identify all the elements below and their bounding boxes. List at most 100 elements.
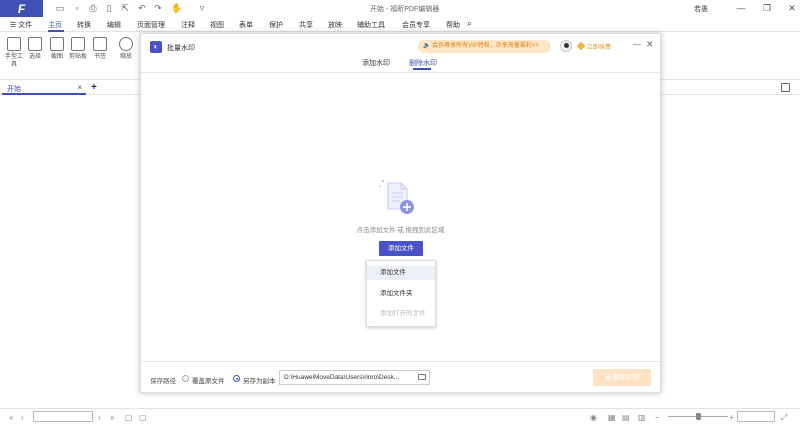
hand-icon[interactable]: ✋: [171, 3, 182, 13]
search-icon[interactable]: ⌕: [467, 18, 472, 29]
remove-watermark-button[interactable]: ◉ 删除水印: [593, 369, 651, 386]
menu-annotate[interactable]: 注释: [181, 20, 195, 30]
zoom-in-icon[interactable]: +: [729, 413, 734, 422]
avatar[interactable]: [560, 40, 572, 52]
menu-view[interactable]: 视图: [210, 20, 224, 30]
hand-tool-label: 手型工具: [4, 54, 23, 68]
dropdown-add-file[interactable]: 添加文件: [367, 266, 435, 280]
overwrite-label[interactable]: 覆盖原文件: [192, 375, 225, 385]
menu-slideshow[interactable]: 放映: [328, 20, 342, 30]
zoom-level-input[interactable]: [737, 411, 775, 422]
panel-toggle-icon[interactable]: [781, 83, 790, 92]
remove-watermark-label: 删除水印: [612, 374, 639, 381]
tab-close-icon[interactable]: ×: [77, 83, 82, 92]
vip-banner[interactable]: 🔈 会员尊享所有VIP特权，尽享海量福利>>: [418, 40, 551, 53]
screenshot-icon: [50, 37, 64, 51]
fit-page-icon[interactable]: ▤: [622, 413, 630, 422]
active-menu-indicator: [48, 30, 64, 32]
tab-start-label: 开始: [7, 86, 21, 93]
undo-icon[interactable]: ↶: [137, 3, 147, 13]
active-tab-indicator: [413, 68, 431, 70]
bookmark-button[interactable]: 书签: [89, 37, 111, 61]
zoom-slider-handle[interactable]: [696, 413, 701, 420]
eye-icon[interactable]: ◉: [590, 413, 597, 422]
bookmark-label: 书签: [93, 54, 106, 60]
batch-watermark-dialog: ◐ 批量水印 🔈 会员尊享所有VIP特权，尽享海量福利>> 立即续费 — ✕ 添…: [140, 33, 661, 393]
dialog-minimize-icon[interactable]: —: [633, 40, 641, 49]
renew-label: 立即续费: [587, 45, 612, 51]
dialog-title: 批量水印: [167, 45, 195, 52]
tab-remove-watermark[interactable]: 删除水印: [409, 58, 437, 68]
menu-protect[interactable]: 保护: [269, 20, 283, 30]
menu-share[interactable]: 共享: [299, 20, 313, 30]
zoom-icon: [119, 37, 133, 51]
window-title: 开始 - 福昕PDF编辑器: [370, 6, 440, 13]
watermark-app-icon: ◐: [150, 41, 162, 53]
bookmark-icon: [93, 37, 107, 51]
add-tab-button[interactable]: +: [91, 82, 97, 93]
select-label: 选择: [28, 54, 41, 60]
menu-page-manage[interactable]: 页面管理: [137, 20, 165, 30]
fullscreen-icon[interactable]: ⤢: [781, 413, 787, 422]
save-path-field[interactable]: D:\HuaweiMoveData\Users\rinro\Desk...: [279, 370, 430, 385]
restore-icon[interactable]: ❐: [760, 2, 774, 14]
menu-form[interactable]: 表单: [239, 20, 253, 30]
clipboard-icon: [71, 37, 85, 51]
user-name[interactable]: 若愚: [694, 4, 708, 14]
menu-file[interactable]: ☰ 文件: [10, 20, 32, 30]
renew-button[interactable]: 立即续费: [576, 41, 612, 51]
minimize-icon[interactable]: —: [734, 2, 748, 14]
zoom-label: 缩放: [119, 54, 132, 60]
open-folder-icon[interactable]: ▭: [55, 3, 65, 13]
save-copy-radio[interactable]: [233, 375, 240, 382]
screenshot-label: 截图: [50, 54, 63, 60]
dropdown-add-open-files[interactable]: 添加打开的文件: [367, 307, 435, 321]
select-icon: [28, 37, 42, 51]
menu-convert[interactable]: 转换: [77, 20, 91, 30]
save-path-label: 保存路径: [150, 378, 176, 385]
two-page-icon[interactable]: ▢: [139, 413, 147, 422]
export-icon[interactable]: ⇱: [120, 3, 130, 13]
print-icon[interactable]: ⎙: [88, 3, 98, 13]
prev-page-icon[interactable]: ‹: [21, 413, 24, 422]
menu-help[interactable]: 帮助: [446, 20, 460, 30]
diamond-icon: [576, 41, 586, 51]
customize-icon[interactable]: ▿: [197, 3, 207, 13]
menu-file-label: 文件: [18, 22, 33, 29]
zoom-button[interactable]: 缩放: [115, 37, 137, 61]
tab-start[interactable]: 开始 ×: [2, 80, 86, 95]
add-file-dropdown: 添加文件 添加文件夹 添加打开的文件: [366, 260, 436, 327]
add-file-illustration-icon: [379, 179, 414, 214]
page-number-input[interactable]: [33, 411, 93, 422]
single-page-icon[interactable]: ▢: [125, 413, 133, 422]
next-page-icon[interactable]: ›: [98, 413, 101, 422]
clipboard-button[interactable]: 剪贴板: [67, 37, 89, 61]
title-bar: F ▭ ▫ ⎙ ▯ ⇱ ↶ ↷ ✋ ▿ 开始 - 福昕PDF编辑器 若愚 — ❐…: [0, 0, 800, 17]
hand-tool-button[interactable]: 手型工具: [3, 37, 25, 69]
screenshot-button[interactable]: 截图: [46, 37, 68, 61]
hand-tool-icon: [7, 37, 21, 51]
save-copy-label[interactable]: 另存为副本: [243, 375, 276, 385]
overwrite-radio[interactable]: [182, 375, 189, 382]
view-mode-icon[interactable]: ▦: [608, 413, 616, 422]
menu-accessibility[interactable]: 辅助工具: [357, 20, 385, 30]
last-page-icon[interactable]: »: [110, 413, 114, 422]
dialog-close-icon[interactable]: ✕: [646, 39, 654, 50]
zoom-out-icon[interactable]: −: [655, 413, 660, 422]
select-button[interactable]: 选择: [24, 37, 46, 61]
add-file-button[interactable]: 添加文件: [379, 241, 423, 256]
new-doc-icon[interactable]: ▯: [104, 3, 114, 13]
clipboard-label: 剪贴板: [68, 54, 87, 60]
redo-icon[interactable]: ↷: [153, 3, 163, 13]
save-icon[interactable]: ▫: [72, 3, 82, 13]
tab-add-watermark[interactable]: 添加水印: [362, 58, 390, 68]
menu-vip[interactable]: 会员专享: [402, 20, 430, 30]
dropdown-add-folder[interactable]: 添加文件夹: [367, 287, 435, 301]
close-icon[interactable]: ✕: [785, 2, 799, 14]
fit-width-icon[interactable]: ▥: [638, 413, 646, 422]
menu-edit[interactable]: 编辑: [107, 20, 121, 30]
menu-home[interactable]: 主页: [48, 20, 62, 30]
first-page-icon[interactable]: «: [9, 413, 13, 422]
drop-hint: 点击添加文件 或 拖拽到此区域: [356, 227, 445, 234]
browse-folder-icon[interactable]: [418, 374, 426, 380]
